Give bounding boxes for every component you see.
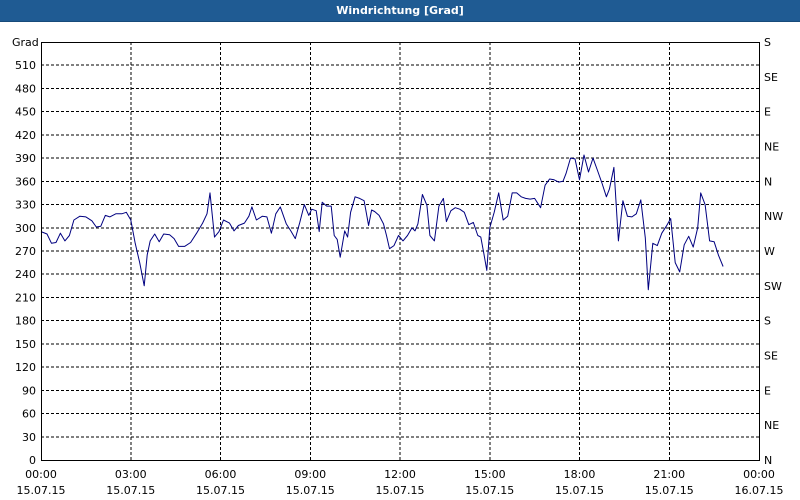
x-tick-date: 15.07.15: [286, 484, 335, 497]
x-tick-date: 15.07.15: [376, 484, 425, 497]
x-tick-date: 15.07.15: [465, 484, 514, 497]
y2-tick-label: SE: [764, 71, 778, 84]
y2-tick-label: N: [764, 175, 772, 188]
x-tick-date: 15.07.15: [106, 484, 155, 497]
y2-tick-label: NE: [764, 141, 779, 154]
y2-tick-label: SW: [764, 280, 782, 293]
x-tick-date: 15.07.15: [17, 484, 66, 497]
y-axis-labels: 0 30 60 90 120 150 180 210 240 270 300 330 360 390 420…: [15, 59, 36, 467]
x-tick-time: 21:00: [653, 468, 685, 481]
chart-title: Windrichtung [Grad]: [0, 0, 800, 22]
y-tick-label: 420: [15, 129, 36, 142]
grid-lines: [41, 42, 759, 460]
y2-axis-labels: N NE E SE S SW W NW N NE E SE S: [764, 36, 783, 467]
y-tick-label: 300: [15, 222, 36, 235]
x-tick-time: 00:00: [743, 468, 775, 481]
x-tick-date: 15.07.15: [196, 484, 245, 497]
y-tick-label: 270: [15, 245, 36, 258]
y-tick-label: 450: [15, 106, 36, 119]
y2-tick-label: E: [764, 384, 771, 397]
y2-tick-label: NW: [764, 210, 783, 223]
y-tick-label: 360: [15, 175, 36, 188]
series-layer: [40, 154, 724, 291]
y-axis-title: Grad: [12, 36, 39, 49]
x-tick-time: 00:00: [25, 468, 57, 481]
y2-tick-label: NE: [764, 419, 779, 432]
x-tick-time: 15:00: [474, 468, 506, 481]
y2-tick-label: N: [764, 454, 772, 467]
y-tick-label: 30: [22, 431, 36, 444]
y-tick-label: 330: [15, 199, 36, 212]
x-tick-date: 16.07.15: [735, 484, 784, 497]
x-tick-time: 18:00: [564, 468, 596, 481]
y2-tick-label: W: [764, 245, 775, 258]
y-tick-label: 390: [15, 152, 36, 165]
y-tick-label: 510: [15, 59, 36, 72]
x-tick-time: 09:00: [294, 468, 326, 481]
x-tick-date: 15.07.15: [555, 484, 604, 497]
y2-tick-label: E: [764, 106, 771, 119]
y-tick-label: 150: [15, 338, 36, 351]
wind-direction-chart: 0 30 60 90 120 150 180 210 240 270 300 330 360 390 420…: [12, 36, 784, 497]
y-tick-label: 210: [15, 291, 36, 304]
y2-tick-label: SE: [764, 350, 778, 363]
x-tick-date: 15.07.15: [645, 484, 694, 497]
y-tick-label: 0: [29, 454, 36, 467]
y-tick-label: 180: [15, 315, 36, 328]
x-tick-time: 03:00: [115, 468, 147, 481]
y2-tick-label: S: [764, 315, 771, 328]
y-tick-label: 120: [15, 361, 36, 374]
x-tick-time: 12:00: [384, 468, 416, 481]
y-tick-label: 240: [15, 268, 36, 281]
wind-direction-line: [40, 154, 724, 291]
y-tick-label: 480: [15, 82, 36, 95]
y2-tick-label: S: [764, 36, 771, 49]
y-tick-label: 60: [22, 408, 36, 421]
x-axis-labels: 00:00 15.07.15 03:00 15.07.15 06:00 15.07.15 0…: [17, 468, 784, 497]
x-tick-time: 06:00: [205, 468, 237, 481]
y-tick-label: 90: [22, 384, 36, 397]
